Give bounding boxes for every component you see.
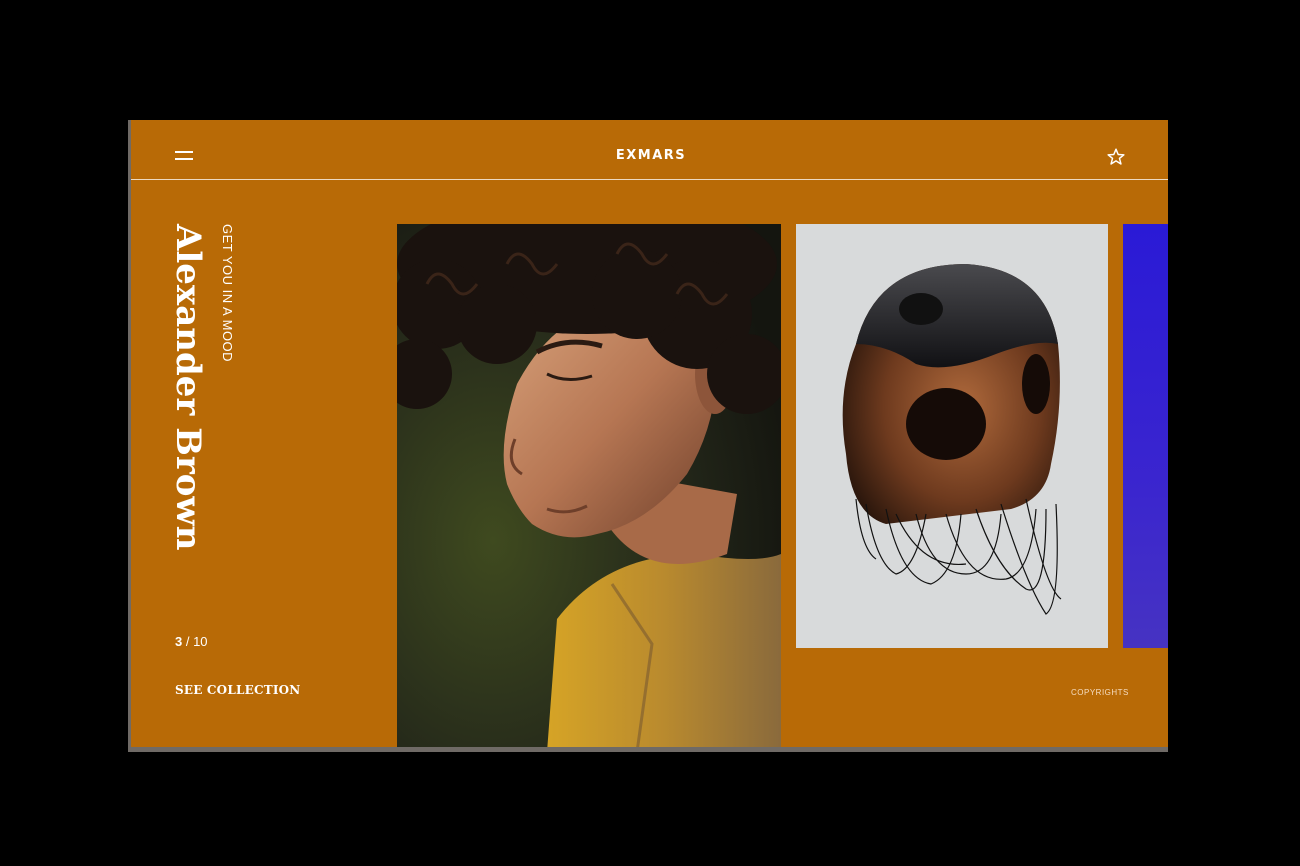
hero-subtitle: GET YOU IN A MOOD: [220, 224, 235, 363]
slide-counter: 3 / 10: [175, 634, 208, 649]
slide-skull-image[interactable]: [796, 224, 1108, 648]
brand-logo[interactable]: EXMARS: [131, 148, 1168, 163]
see-collection-link[interactable]: SEE COLLECTION: [175, 683, 300, 697]
hero-text-block: Alexander Brown GET YOU IN A MOOD: [168, 224, 241, 584]
slide-separator: /: [182, 634, 194, 649]
star-icon[interactable]: [1105, 146, 1127, 168]
hero-title: Alexander Brown: [168, 224, 208, 551]
top-navigation-bar: EXMARS: [131, 120, 1168, 180]
slide-total: 10: [193, 634, 208, 649]
slide-portrait-image[interactable]: [397, 224, 781, 752]
copyrights-text: COPYRIGHTS: [1071, 688, 1129, 697]
app-window: EXMARS Alexander Brown GET YOU IN A MOOD…: [128, 120, 1168, 752]
bottom-scrollbar: [131, 747, 1168, 752]
slide-blue-panel[interactable]: [1123, 224, 1168, 648]
